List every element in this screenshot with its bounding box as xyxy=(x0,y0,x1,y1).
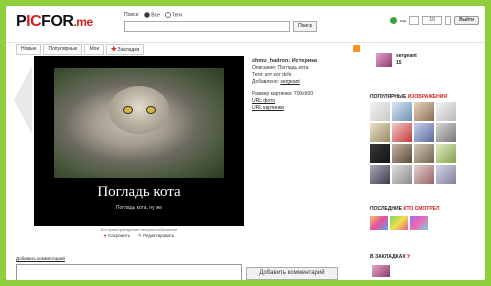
meta-size: Размер картинки: 700x600 xyxy=(252,91,314,97)
meta-added: Добавлено: sergeant xyxy=(252,79,300,85)
comment-input[interactable] xyxy=(16,264,242,280)
viewer-thumb[interactable] xyxy=(410,216,428,230)
user-field-b[interactable]: 10 xyxy=(422,16,443,25)
popular-heading: ПОПУЛЯРНЫЕ ИЗОБРАЖЕНИЯ xyxy=(370,94,447,100)
search-button[interactable]: Поиск xyxy=(293,21,317,32)
user-mini-label: sup xyxy=(399,18,407,23)
photo-actions: ● Сохранить ✎ Редактировать xyxy=(34,233,244,239)
popular-thumb[interactable] xyxy=(370,102,390,121)
popular-grid xyxy=(370,102,456,184)
popular-thumb[interactable] xyxy=(436,165,456,184)
header: PICFOR.me Поиск: Все Теги Поиск sup 10 В… xyxy=(6,6,485,43)
plus-icon: ✚ xyxy=(111,47,117,53)
radio-icon xyxy=(164,12,171,18)
rss-icon[interactable] xyxy=(353,45,360,52)
popular-thumb[interactable] xyxy=(414,123,434,142)
cat-face xyxy=(109,86,169,134)
add-comment-button[interactable]: Добавить комментарий xyxy=(246,267,338,280)
viewer-thumb[interactable] xyxy=(370,216,388,230)
tab-bookmarks[interactable]: ✚ Закладки xyxy=(106,44,145,55)
page-frame: PICFOR.me Поиск: Все Теги Поиск sup 10 В… xyxy=(6,6,485,280)
status-icon xyxy=(389,17,397,24)
prev-arrow-icon[interactable] xyxy=(14,66,32,134)
search-label: Поиск: xyxy=(124,12,140,19)
popular-thumb[interactable] xyxy=(370,165,390,184)
bookmark-thumb[interactable] xyxy=(372,265,390,277)
author-link[interactable]: sergeant xyxy=(280,79,299,85)
site-logo[interactable]: PICFOR.me xyxy=(16,13,93,31)
exit-button[interactable]: Выйти xyxy=(454,16,479,25)
url-page-link[interactable]: URL картинки xyxy=(252,105,284,111)
popular-thumb[interactable] xyxy=(392,165,412,184)
save-link[interactable]: ● Сохранить xyxy=(104,233,130,239)
search-input[interactable] xyxy=(124,21,290,32)
user-field-c[interactable] xyxy=(445,16,452,25)
main-photo[interactable]: Погладь кота Погладь кота, ну же xyxy=(34,56,244,226)
search-option-all[interactable]: Все xyxy=(144,12,160,18)
avatar[interactable] xyxy=(376,53,392,67)
pencil-icon: ✎ xyxy=(138,233,142,238)
edit-link[interactable]: ✎ Редактировать xyxy=(138,233,174,239)
tab-popular[interactable]: Популярные xyxy=(43,44,83,55)
popular-thumb[interactable] xyxy=(392,102,412,121)
viewer-thumb[interactable] xyxy=(390,216,408,230)
latest-viewers xyxy=(370,216,428,230)
popular-thumb[interactable] xyxy=(392,144,412,163)
meta-title: shmu_hadron: Истерика xyxy=(252,58,318,64)
add-comment-link[interactable]: Добавить комментарий xyxy=(16,256,65,261)
search-options: Поиск: Все Теги xyxy=(124,12,182,18)
bookmarks-heading: В ЗАКЛАДКАХ У xyxy=(370,254,411,260)
tab-new[interactable]: Новые xyxy=(16,44,42,55)
tab-mine[interactable]: Мои xyxy=(84,44,105,55)
popular-thumb[interactable] xyxy=(370,144,390,163)
save-icon: ● xyxy=(103,233,107,238)
tab-bar: Новые Популярные Мои ✚ Закладки xyxy=(16,44,145,55)
photo-note: Все права принадлежат авторам изображени… xyxy=(101,228,177,232)
user-field-a[interactable] xyxy=(409,16,420,25)
user-panel: sup 10 Выйти xyxy=(389,16,479,25)
popular-thumb[interactable] xyxy=(436,102,456,121)
photo-meta: shmu_hadron: Истерика Описание: Погладь … xyxy=(252,58,342,112)
url-photo-link[interactable]: URL фото xyxy=(252,98,275,104)
cat-image xyxy=(54,68,224,178)
sidebar-count: 15 xyxy=(396,60,402,66)
popular-thumb[interactable] xyxy=(436,123,456,142)
meta-desc: Описание: Погладь кота xyxy=(252,65,309,71)
popular-thumb[interactable] xyxy=(414,165,434,184)
popular-thumb[interactable] xyxy=(414,102,434,121)
photo-subcaption: Погладь кота, ну же xyxy=(115,205,163,211)
popular-thumb[interactable] xyxy=(414,144,434,163)
popular-thumb[interactable] xyxy=(436,144,456,163)
photo-caption: Погладь кота xyxy=(97,184,181,200)
search-option-tags[interactable]: Теги xyxy=(164,12,182,18)
sidebar-user[interactable]: sergeant 15 xyxy=(376,53,417,67)
sidebar-username: sergeant xyxy=(396,53,417,59)
popular-thumb[interactable] xyxy=(370,123,390,142)
popular-thumb[interactable] xyxy=(392,123,412,142)
meta-tags: Теги: кот кот dchi xyxy=(252,72,292,78)
radio-icon xyxy=(144,12,151,18)
latest-heading: ПОСЛЕДНИЕ КТО СМОТРЕЛ xyxy=(370,206,440,212)
